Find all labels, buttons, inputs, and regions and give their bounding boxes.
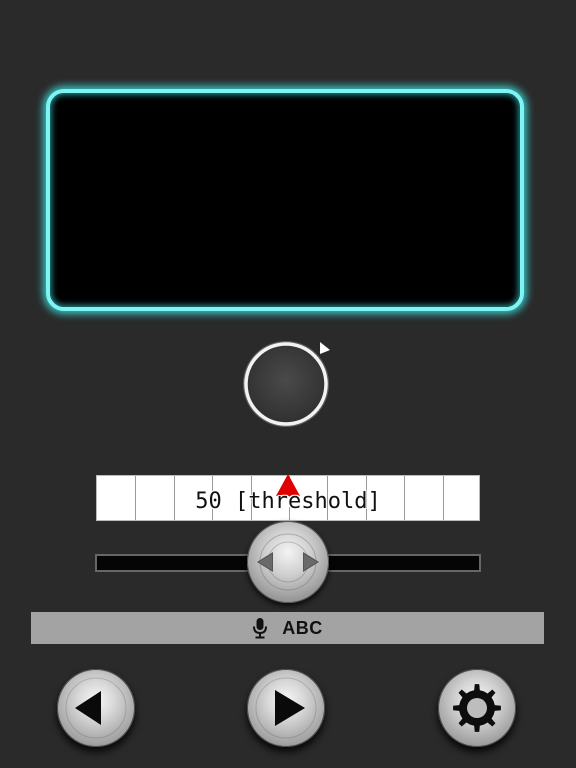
play-button[interactable] xyxy=(247,669,325,747)
previous-button[interactable] xyxy=(57,669,135,747)
microphone-icon xyxy=(253,618,268,639)
double-arrow-icon xyxy=(257,533,319,591)
status-text: ABC xyxy=(282,617,323,638)
triangle-left-icon xyxy=(65,677,127,739)
settings-button[interactable] xyxy=(438,669,516,747)
status-bar: ABC xyxy=(31,612,544,644)
display-screen xyxy=(46,89,524,311)
gear-icon xyxy=(453,684,501,732)
threshold-slider-knob[interactable] xyxy=(247,521,329,603)
triangle-right-icon xyxy=(255,677,317,739)
scale-label: 50 [threshold] xyxy=(195,489,381,514)
dial-indicator[interactable] xyxy=(240,338,332,430)
dial-ring-icon xyxy=(243,341,330,427)
